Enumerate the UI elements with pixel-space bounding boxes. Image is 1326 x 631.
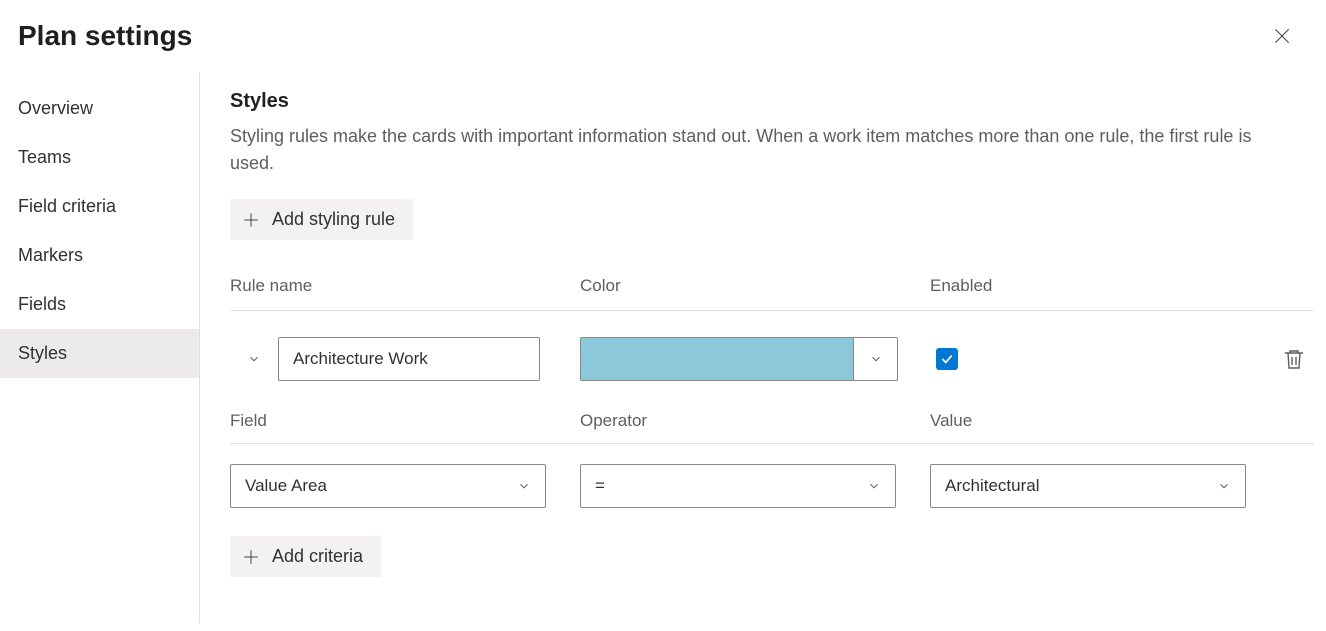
plus-icon [242,211,260,229]
page-title: Plan settings [18,20,192,52]
add-styling-rule-button[interactable]: Add styling rule [230,199,413,240]
chevron-down-icon [1217,479,1231,493]
add-styling-rule-label: Add styling rule [272,209,395,230]
sidebar-item-field-criteria[interactable]: Field criteria [0,182,199,231]
delete-rule-button[interactable] [1282,347,1306,371]
rule-name-input[interactable] [278,337,540,381]
sidebar-item-markers[interactable]: Markers [0,231,199,280]
check-icon [940,352,954,366]
color-swatch [581,338,853,380]
rule-row [230,311,1314,407]
color-picker[interactable] [580,337,898,381]
col-header-color: Color [580,276,930,296]
chevron-down-icon [869,352,883,366]
close-button[interactable] [1266,20,1298,52]
sidebar: OverviewTeamsField criteriaMarkersFields… [0,72,200,623]
main-content: Styles Styling rules make the cards with… [200,72,1326,623]
enabled-checkbox[interactable] [936,348,958,370]
section-title: Styles [230,90,1314,113]
criteria-value-text: Architectural [945,476,1039,496]
chevron-down-icon [247,352,261,366]
rules-table-header: Rule name Color Enabled [230,276,1314,311]
sidebar-item-overview[interactable]: Overview [0,84,199,133]
criteria-value-select[interactable]: Architectural [930,464,1246,508]
plus-icon [242,548,260,566]
chevron-down-icon [867,479,881,493]
chevron-down-icon [517,479,531,493]
add-criteria-button[interactable]: Add criteria [230,536,381,577]
section-description: Styling rules make the cards with import… [230,123,1300,177]
criteria-field-select[interactable]: Value Area [230,464,546,508]
sidebar-item-styles[interactable]: Styles [0,329,199,378]
sidebar-item-fields[interactable]: Fields [0,280,199,329]
criteria-field-value: Value Area [245,476,327,496]
criteria-operator-value: = [595,476,605,496]
expand-rule-toggle[interactable] [230,352,278,366]
col-header-operator: Operator [580,411,930,431]
color-picker-caret [853,338,897,380]
criteria-row: Value Area = Architectural [230,443,1314,536]
close-icon [1272,26,1292,46]
criteria-header: Field Operator Value [230,411,1314,443]
col-header-value: Value [930,411,1314,431]
criteria-operator-select[interactable]: = [580,464,896,508]
col-header-enabled: Enabled [930,276,1314,296]
col-header-name: Rule name [230,276,580,296]
sidebar-item-teams[interactable]: Teams [0,133,199,182]
add-criteria-label: Add criteria [272,546,363,567]
col-header-field: Field [230,411,580,431]
